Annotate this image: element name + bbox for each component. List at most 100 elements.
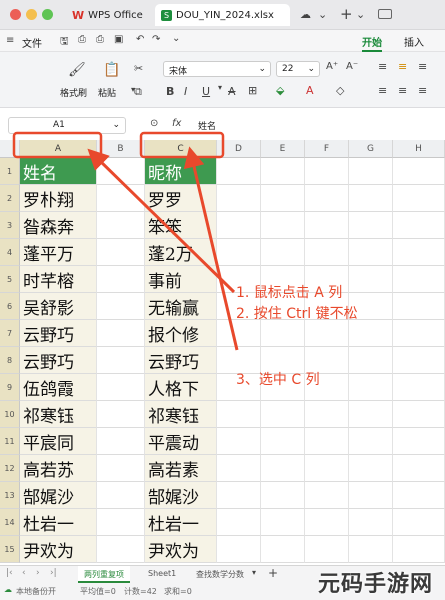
format-painter-icon[interactable]: 🖌 xyxy=(68,62,86,78)
format-painter-button[interactable]: 格式刷 xyxy=(60,86,87,99)
cell-a-15[interactable]: 尹欢为 xyxy=(20,536,97,563)
empty-cell[interactable] xyxy=(97,293,145,320)
more-chevron-icon[interactable]: ⌄ xyxy=(172,33,180,44)
cell-a-13[interactable]: 郜娓沙 xyxy=(20,482,97,509)
clear-format-icon[interactable]: ◇ xyxy=(336,84,344,97)
column-header-e[interactable]: E xyxy=(261,140,305,158)
empty-cell[interactable] xyxy=(305,509,349,536)
row-header[interactable]: 9 xyxy=(0,374,20,401)
empty-cell[interactable] xyxy=(349,185,393,212)
empty-cell[interactable] xyxy=(261,212,305,239)
cell-a-14[interactable]: 杜岩一 xyxy=(20,509,97,536)
font-color-icon[interactable]: A xyxy=(306,84,314,97)
print-preview-icon[interactable]: ▣ xyxy=(114,34,123,45)
empty-cell[interactable] xyxy=(97,374,145,401)
cell-c-5[interactable]: 事前 xyxy=(145,266,217,293)
cut-icon[interactable]: ✂ xyxy=(134,62,143,75)
copy-icon[interactable]: ⧉ xyxy=(134,85,142,99)
sheet-list-icon[interactable]: ▾ xyxy=(252,568,256,577)
cell-a-12[interactable]: 高若苏 xyxy=(20,455,97,482)
empty-cell[interactable] xyxy=(217,509,261,536)
paste-button[interactable]: 粘贴 xyxy=(98,86,116,99)
cell-a-5[interactable]: 时芊榕 xyxy=(20,266,97,293)
row-header[interactable]: 13 xyxy=(0,482,20,509)
empty-cell[interactable] xyxy=(261,482,305,509)
empty-cell[interactable] xyxy=(261,401,305,428)
empty-cell[interactable] xyxy=(217,536,261,563)
align-right-icon[interactable]: ≡ xyxy=(418,84,427,97)
save-icon[interactable]: 🖫 xyxy=(60,34,69,51)
cell-c-14[interactable]: 杜岩一 xyxy=(145,509,217,536)
empty-cell[interactable] xyxy=(261,239,305,266)
cell-c-2[interactable]: 罗罗 xyxy=(145,185,217,212)
add-sheet-icon[interactable]: + xyxy=(268,566,278,580)
fill-color-icon[interactable]: ⬙ xyxy=(276,84,284,97)
empty-cell[interactable] xyxy=(349,536,393,563)
file-menu[interactable]: 文件 xyxy=(22,35,42,50)
backup-status[interactable]: 本地备份开 xyxy=(16,586,56,597)
minimize-window-button[interactable] xyxy=(26,9,37,20)
cell-a-6[interactable]: 吴舒影 xyxy=(20,293,97,320)
empty-cell[interactable] xyxy=(349,428,393,455)
empty-cell[interactable] xyxy=(97,212,145,239)
align-left-icon[interactable]: ≡ xyxy=(378,84,387,97)
sheet-tab[interactable]: 查找数学分数 xyxy=(196,569,244,580)
column-header-d[interactable]: D xyxy=(217,140,261,158)
empty-cell[interactable] xyxy=(393,482,445,509)
print-icon[interactable]: ⎙ xyxy=(96,34,104,45)
empty-cell[interactable] xyxy=(261,536,305,563)
cell-c-4[interactable]: 蓬2万 xyxy=(145,239,217,266)
export-pdf-icon[interactable]: ⎙ xyxy=(78,34,86,45)
cell-a-7[interactable]: 云野巧 xyxy=(20,320,97,347)
cell-a-9[interactable]: 伍鸽霞 xyxy=(20,374,97,401)
cell-a-3[interactable]: 昝森奔 xyxy=(20,212,97,239)
empty-cell[interactable] xyxy=(393,374,445,401)
empty-cell[interactable] xyxy=(393,401,445,428)
empty-cell[interactable] xyxy=(97,428,145,455)
zoom-icon[interactable]: ⊙ xyxy=(150,118,158,129)
empty-cell[interactable] xyxy=(349,320,393,347)
empty-cell[interactable] xyxy=(217,455,261,482)
cell-c-11[interactable]: 平震动 xyxy=(145,428,217,455)
cell-a-8[interactable]: 云野巧 xyxy=(20,347,97,374)
empty-cell[interactable] xyxy=(97,347,145,374)
row-header[interactable]: 3 xyxy=(0,212,20,239)
empty-cell[interactable] xyxy=(305,158,349,185)
prev-sheet-icon[interactable]: ‹ xyxy=(22,568,26,578)
cell-c-13[interactable]: 郜娓沙 xyxy=(145,482,217,509)
column-header-a[interactable]: A xyxy=(20,140,97,158)
empty-cell[interactable] xyxy=(97,266,145,293)
empty-cell[interactable] xyxy=(217,320,261,347)
tab-insert[interactable]: 插入 xyxy=(404,34,424,49)
row-header[interactable]: 4 xyxy=(0,239,20,266)
cell-a-4[interactable]: 蓬平万 xyxy=(20,239,97,266)
undo-icon[interactable]: ↶ xyxy=(136,34,144,45)
empty-cell[interactable] xyxy=(217,158,261,185)
cell-c-1[interactable]: 昵称 xyxy=(145,158,217,185)
decrease-font-icon[interactable]: A⁻ xyxy=(346,61,358,72)
cell-a-11[interactable]: 平宸同 xyxy=(20,428,97,455)
tab-home[interactable]: 开始 xyxy=(362,34,382,52)
cell-a-2[interactable]: 罗朴翔 xyxy=(20,185,97,212)
redo-icon[interactable]: ↷ xyxy=(152,34,160,45)
column-header-g[interactable]: G xyxy=(349,140,393,158)
empty-cell[interactable] xyxy=(305,482,349,509)
empty-cell[interactable] xyxy=(393,158,445,185)
empty-cell[interactable] xyxy=(97,239,145,266)
empty-cell[interactable] xyxy=(305,320,349,347)
empty-cell[interactable] xyxy=(217,239,261,266)
column-header-f[interactable]: F xyxy=(305,140,349,158)
row-header[interactable]: 12 xyxy=(0,455,20,482)
tab-dropdown-icon[interactable]: ⌄ xyxy=(318,8,327,21)
row-header[interactable]: 5 xyxy=(0,266,20,293)
empty-cell[interactable] xyxy=(97,509,145,536)
empty-cell[interactable] xyxy=(393,536,445,563)
align-bottom-icon[interactable]: ≡ xyxy=(418,60,427,73)
empty-cell[interactable] xyxy=(97,482,145,509)
row-header[interactable]: 7 xyxy=(0,320,20,347)
empty-cell[interactable] xyxy=(349,401,393,428)
empty-cell[interactable] xyxy=(393,266,445,293)
font-size-select[interactable]: 22 ⌄ xyxy=(276,61,320,77)
empty-cell[interactable] xyxy=(305,185,349,212)
name-box[interactable]: A1 ⌄ xyxy=(8,117,126,134)
